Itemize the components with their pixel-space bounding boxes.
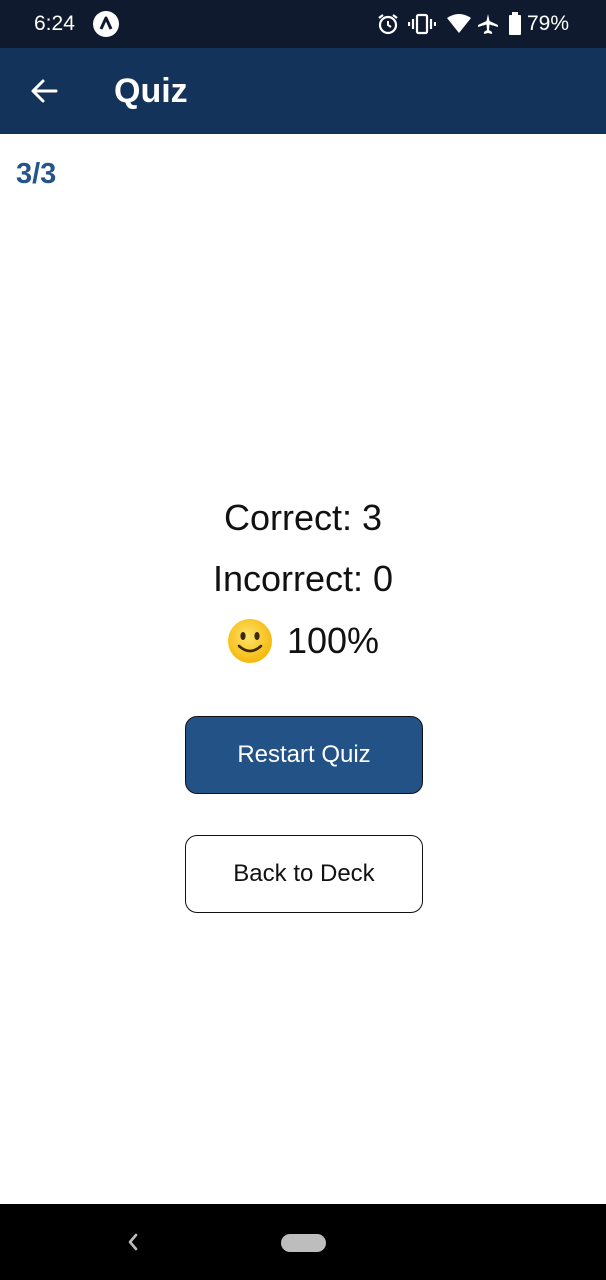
navigation-bar bbox=[0, 1204, 606, 1280]
alarm-icon bbox=[378, 14, 398, 35]
arrow-left-icon bbox=[31, 79, 58, 103]
incorrect-count: Incorrect: 0 bbox=[212, 558, 394, 599]
battery-percentage: 79% bbox=[527, 12, 570, 35]
nav-home-pill[interactable] bbox=[281, 1234, 326, 1252]
battery-icon bbox=[509, 12, 521, 35]
quiz-progress: 3/3 bbox=[16, 158, 57, 190]
app-notification-icon bbox=[93, 11, 119, 37]
back-to-deck-button[interactable]: Back to Deck bbox=[185, 835, 423, 913]
status-time: 6:24 bbox=[34, 12, 75, 35]
correct-count: Correct: 3 bbox=[223, 497, 383, 538]
nav-back-icon[interactable] bbox=[118, 1226, 148, 1258]
app-bar: Quiz bbox=[0, 48, 606, 134]
vibrate-icon bbox=[408, 13, 436, 35]
smiley-icon bbox=[227, 619, 272, 663]
back-button[interactable] bbox=[20, 65, 72, 117]
status-bar: 6:24 79% bbox=[0, 0, 606, 48]
status-icons: 79% bbox=[366, 0, 606, 48]
score-row: 100% bbox=[0, 616, 606, 666]
score-percentage: 100% bbox=[286, 620, 380, 661]
page-title: Quiz bbox=[114, 72, 188, 110]
restart-quiz-button[interactable]: Restart Quiz bbox=[185, 716, 423, 794]
airplane-mode-icon bbox=[478, 14, 498, 34]
wifi-icon bbox=[447, 14, 471, 33]
